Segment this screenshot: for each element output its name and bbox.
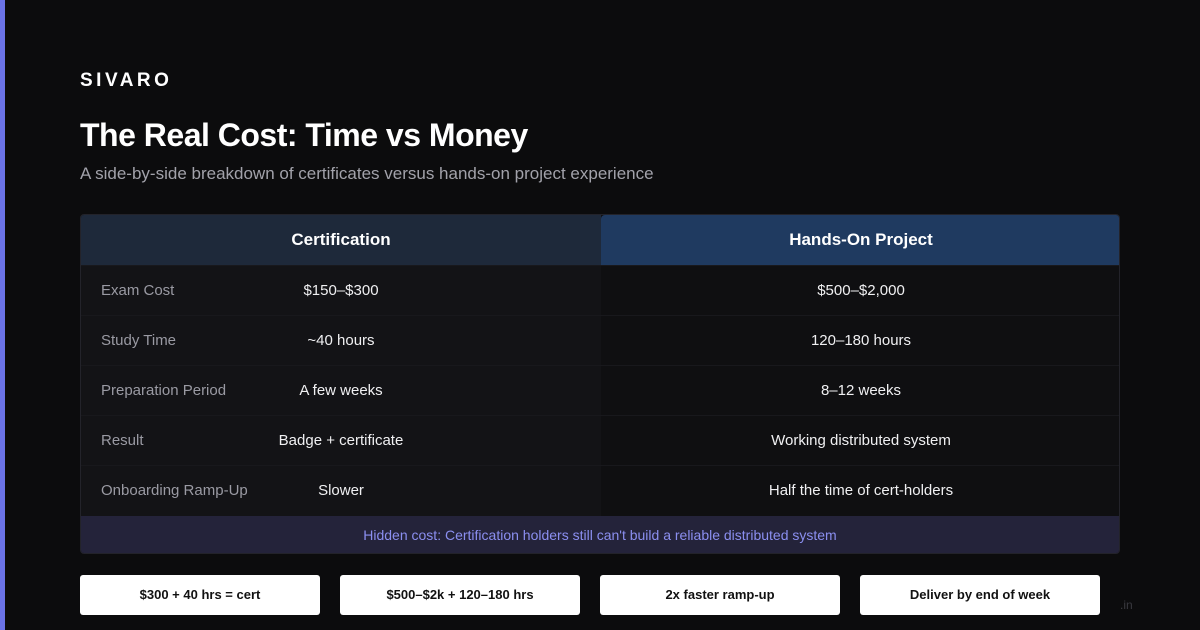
summary-pill-deliver: Deliver by end of week — [860, 575, 1100, 615]
header-certification: Certification — [81, 215, 601, 265]
summary-pill-project-cost: $500–$2k + 120–180 hrs — [340, 575, 580, 615]
row-cert-value: ~40 hours — [307, 332, 375, 349]
table-header: Certification Hands-On Project — [81, 215, 1119, 265]
row-label: Exam Cost — [101, 282, 175, 299]
row-label: Onboarding Ramp-Up — [101, 482, 248, 499]
row-project-value: $500–$2,000 — [817, 282, 905, 299]
accent-bar — [0, 0, 5, 630]
row-label: Result — [101, 432, 144, 449]
table-row: Exam Cost $150–$300 $500–$2,000 — [81, 265, 1119, 316]
row-project-value: Working distributed system — [771, 432, 951, 449]
row-cert-value: Badge + certificate — [278, 432, 404, 449]
table-row: Preparation Period A few weeks 8–12 week… — [81, 365, 1119, 416]
watermark: .in — [1120, 598, 1133, 612]
row-cert-value: Slower — [318, 482, 364, 499]
page-title: The Real Cost: Time vs Money — [80, 117, 528, 153]
page-subtitle: A side-by-side breakdown of certificates… — [80, 164, 654, 183]
table-row: Study Time ~40 hours 120–180 hours — [81, 315, 1119, 366]
row-project-value: 120–180 hours — [810, 332, 912, 349]
brand-logo: SIVARO — [80, 70, 173, 91]
row-cert-value: A few weeks — [299, 382, 383, 399]
row-label: Study Time — [101, 332, 177, 349]
summary-pill-ramp-up: 2x faster ramp-up — [600, 575, 840, 615]
row-project-value: 8–12 weeks — [820, 382, 902, 399]
row-cert-value: $150–$300 — [303, 282, 379, 299]
table-row: Onboarding Ramp-Up Slower Half the time … — [81, 465, 1119, 516]
summary-pill-cert-cost: $300 + 40 hrs = cert — [80, 575, 320, 615]
comparison-table: Certification Hands-On Project Exam Cost… — [80, 214, 1120, 554]
header-hands-on-project: Hands-On Project — [601, 215, 1119, 265]
table-row: Result Badge + certificate Working distr… — [81, 415, 1119, 466]
row-label: Preparation Period — [101, 382, 227, 399]
row-project-value: Half the time of cert-holders — [768, 482, 954, 499]
hidden-cost-note: Hidden cost: Certification holders still… — [81, 516, 1119, 553]
